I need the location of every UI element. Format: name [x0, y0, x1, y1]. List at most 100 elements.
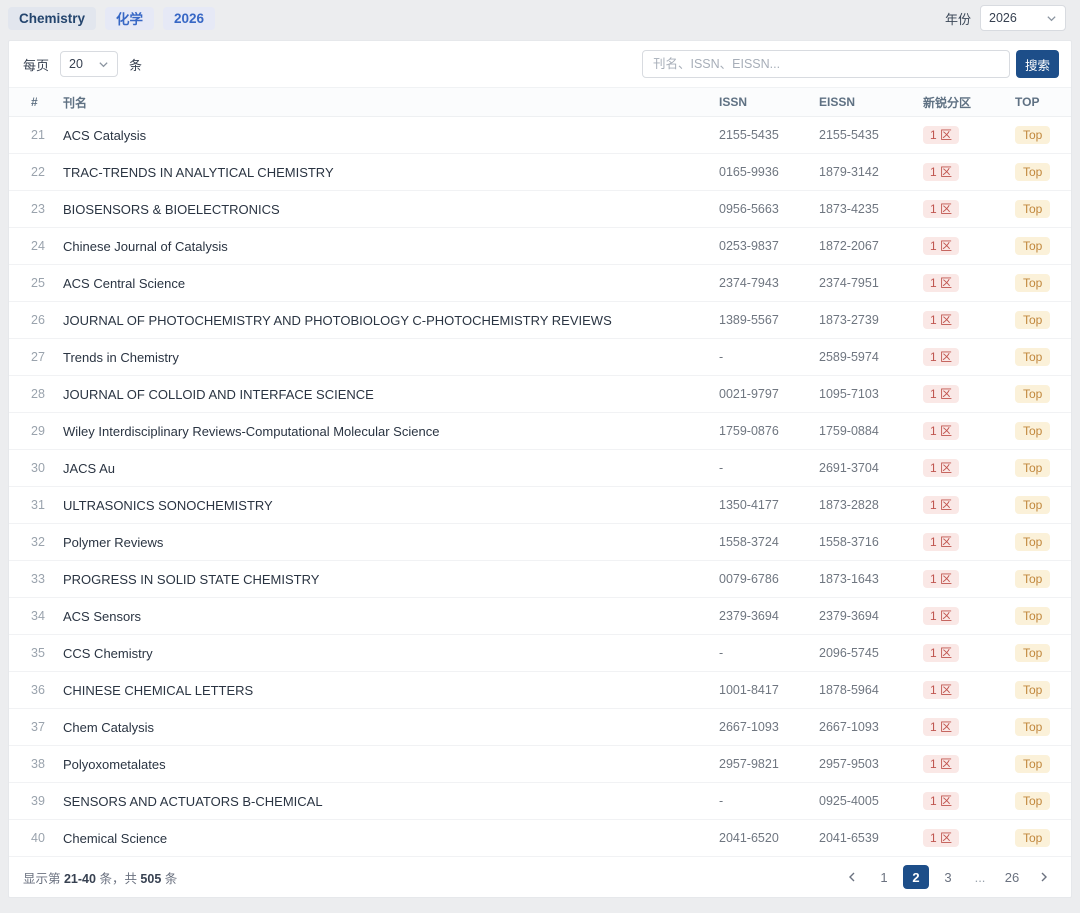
- journal-name: Polyoxometalates: [63, 757, 719, 772]
- table-row: 31 ULTRASONICS SONOCHEMISTRY 1350-4177 1…: [9, 487, 1071, 524]
- col-journal-name: 刊名: [63, 94, 719, 111]
- showing-summary: 显示第 21-40 条，共 505 条: [23, 868, 177, 887]
- table-row: 34 ACS Sensors 2379-3694 2379-3694 1 区 T…: [9, 598, 1071, 635]
- journal-name: Chinese Journal of Catalysis: [63, 239, 719, 254]
- top-badge: Top: [1015, 681, 1050, 699]
- zone-badge: 1 区: [923, 459, 959, 477]
- row-number: 29: [31, 424, 63, 438]
- issn-value: -: [719, 461, 819, 475]
- showing-suffix: 条: [161, 872, 177, 886]
- top-badge: Top: [1015, 459, 1050, 477]
- showing-middle: 条，共: [96, 872, 140, 886]
- journal-name: BIOSENSORS & BIOELECTRONICS: [63, 202, 719, 217]
- zone-badge: 1 区: [923, 200, 959, 218]
- top-badge: Top: [1015, 792, 1050, 810]
- table-row: 23 BIOSENSORS & BIOELECTRONICS 0956-5663…: [9, 191, 1071, 228]
- top-badge: Top: [1015, 126, 1050, 144]
- journal-table-card: 每页 20 条 搜索 # 刊名 ISSN EISSN 新锐分区 TOP 21 A…: [8, 40, 1072, 898]
- year-select-value: 2026: [989, 11, 1017, 25]
- zone-badge: 1 区: [923, 718, 959, 736]
- zone-badge: 1 区: [923, 385, 959, 403]
- top-badge: Top: [1015, 718, 1050, 736]
- zone-badge: 1 区: [923, 533, 959, 551]
- table-row: 24 Chinese Journal of Catalysis 0253-983…: [9, 228, 1071, 265]
- pagination-prev-button[interactable]: [839, 865, 865, 889]
- table-body: 21 ACS Catalysis 2155-5435 2155-5435 1 区…: [9, 117, 1071, 857]
- row-number: 38: [31, 757, 63, 771]
- pagination-next-button[interactable]: [1031, 865, 1057, 889]
- top-badge: Top: [1015, 570, 1050, 588]
- pagination-page-26[interactable]: 26: [999, 865, 1025, 889]
- top-badge: Top: [1015, 200, 1050, 218]
- issn-value: 1558-3724: [719, 535, 819, 549]
- eissn-value: 1759-0884: [819, 424, 923, 438]
- top-badge: Top: [1015, 829, 1050, 847]
- top-badge: Top: [1015, 348, 1050, 366]
- eissn-value: 2667-1093: [819, 720, 923, 734]
- row-number: 23: [31, 202, 63, 216]
- pagination: 123...26: [839, 865, 1057, 889]
- eissn-value: 1558-3716: [819, 535, 923, 549]
- year-select[interactable]: 2026: [980, 5, 1066, 31]
- issn-value: 0079-6786: [719, 572, 819, 586]
- eissn-value: 0925-4005: [819, 794, 923, 808]
- eissn-value: 2155-5435: [819, 128, 923, 142]
- zone-badge: 1 区: [923, 755, 959, 773]
- top-bar: Chemistry 化学 2026 年份 2026: [0, 0, 1080, 36]
- row-number: 33: [31, 572, 63, 586]
- top-badge: Top: [1015, 644, 1050, 662]
- issn-value: 0956-5663: [719, 202, 819, 216]
- pagination-page-1[interactable]: 1: [871, 865, 897, 889]
- per-page-select[interactable]: 20: [60, 51, 118, 77]
- journal-name: SENSORS AND ACTUATORS B-CHEMICAL: [63, 794, 719, 809]
- tab-year-2026[interactable]: 2026: [163, 7, 215, 30]
- issn-value: 0165-9936: [719, 165, 819, 179]
- search-input[interactable]: [642, 50, 1010, 78]
- row-number: 22: [31, 165, 63, 179]
- search-button[interactable]: 搜索: [1016, 50, 1059, 78]
- eissn-value: 1095-7103: [819, 387, 923, 401]
- zone-badge: 1 区: [923, 163, 959, 181]
- journal-name: Polymer Reviews: [63, 535, 719, 550]
- top-badge: Top: [1015, 274, 1050, 292]
- eissn-value: 2379-3694: [819, 609, 923, 623]
- top-badge: Top: [1015, 311, 1050, 329]
- zone-badge: 1 区: [923, 496, 959, 514]
- journal-name: TRAC-TRENDS IN ANALYTICAL CHEMISTRY: [63, 165, 719, 180]
- journal-name: CCS Chemistry: [63, 646, 719, 661]
- table-row: 25 ACS Central Science 2374-7943 2374-79…: [9, 265, 1071, 302]
- eissn-value: 1873-1643: [819, 572, 923, 586]
- row-number: 35: [31, 646, 63, 660]
- chevron-down-icon: [98, 59, 109, 70]
- eissn-value: 1878-5964: [819, 683, 923, 697]
- table-row: 36 CHINESE CHEMICAL LETTERS 1001-8417 18…: [9, 672, 1071, 709]
- row-number: 32: [31, 535, 63, 549]
- row-number: 37: [31, 720, 63, 734]
- per-page-label: 每页: [23, 55, 49, 74]
- year-label: 年份: [945, 9, 971, 28]
- eissn-value: 2691-3704: [819, 461, 923, 475]
- showing-prefix: 显示第: [23, 872, 64, 886]
- col-issn: ISSN: [719, 95, 819, 109]
- pagination-page-2[interactable]: 2: [903, 865, 929, 889]
- table-footer: 显示第 21-40 条，共 505 条 123...26: [9, 857, 1071, 897]
- eissn-value: 1873-2739: [819, 313, 923, 327]
- table-row: 21 ACS Catalysis 2155-5435 2155-5435 1 区…: [9, 117, 1071, 154]
- journal-name: CHINESE CHEMICAL LETTERS: [63, 683, 719, 698]
- table-row: 22 TRAC-TRENDS IN ANALYTICAL CHEMISTRY 0…: [9, 154, 1071, 191]
- row-number: 30: [31, 461, 63, 475]
- journal-name: Chemical Science: [63, 831, 719, 846]
- tab-chemistry[interactable]: Chemistry: [8, 7, 96, 30]
- row-number: 21: [31, 128, 63, 142]
- pagination-ellipsis: ...: [967, 865, 993, 889]
- table-row: 29 Wiley Interdisciplinary Reviews-Compu…: [9, 413, 1071, 450]
- zone-badge: 1 区: [923, 311, 959, 329]
- zone-badge: 1 区: [923, 348, 959, 366]
- issn-value: -: [719, 646, 819, 660]
- table-header: # 刊名 ISSN EISSN 新锐分区 TOP: [9, 87, 1071, 117]
- issn-value: 1350-4177: [719, 498, 819, 512]
- row-number: 36: [31, 683, 63, 697]
- row-number: 28: [31, 387, 63, 401]
- pagination-page-3[interactable]: 3: [935, 865, 961, 889]
- tab-chemistry-cn[interactable]: 化学: [105, 7, 154, 30]
